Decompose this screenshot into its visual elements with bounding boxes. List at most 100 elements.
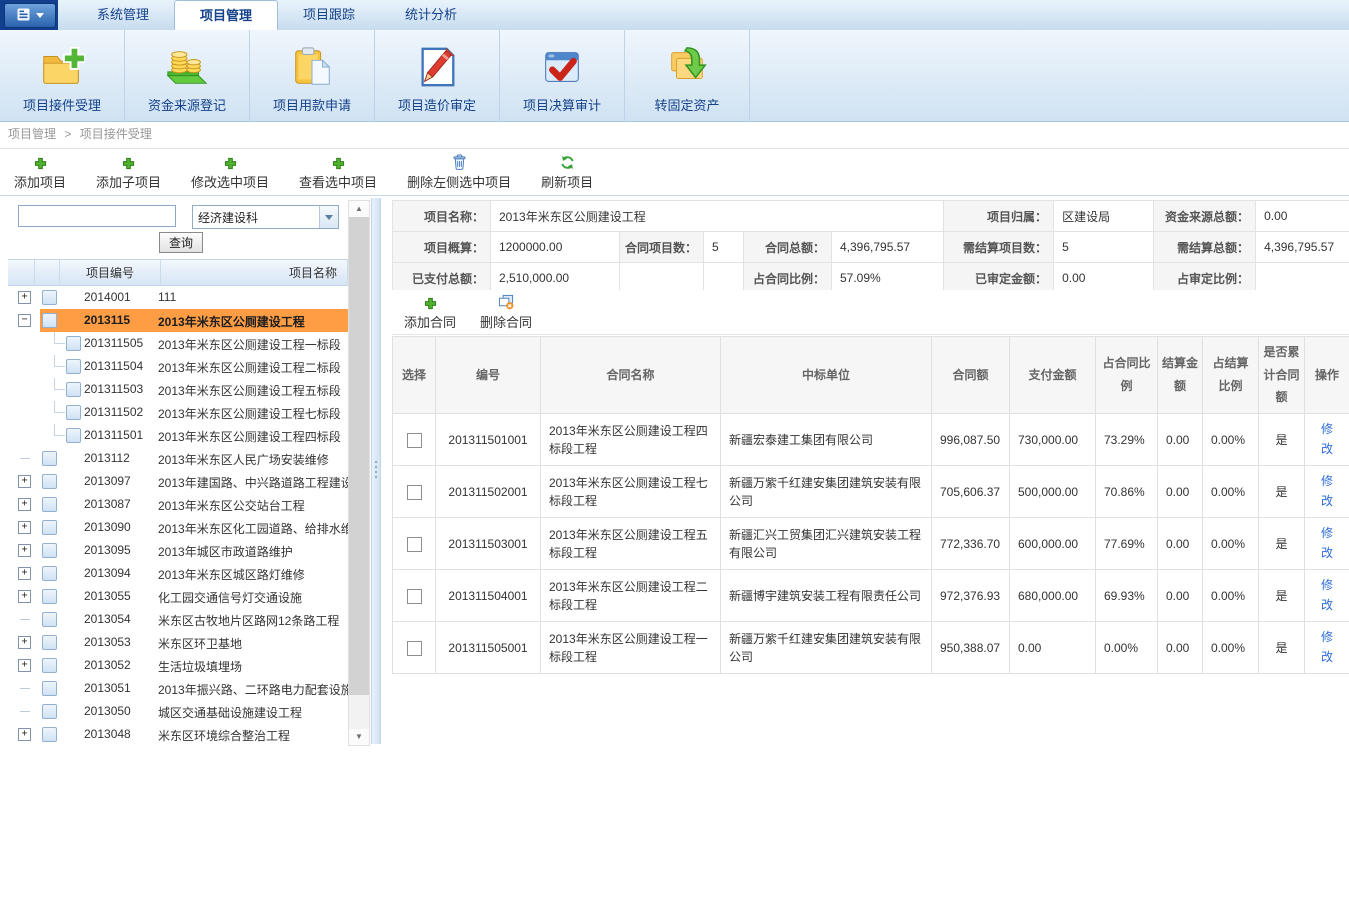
project-name: 2013年米东区公厕建设工程一标段	[158, 336, 348, 353]
search-input[interactable]	[18, 205, 176, 227]
row-checkbox[interactable]	[42, 704, 57, 719]
row-checkbox[interactable]	[42, 658, 57, 673]
row-checkbox[interactable]	[42, 451, 57, 466]
row-checkbox[interactable]	[42, 727, 57, 742]
project-name: 2013年米东区公厕建设工程二标段	[158, 359, 348, 376]
row-checkbox[interactable]	[407, 641, 422, 656]
tree-node[interactable]: 2013050城区交通基础设施建设工程	[8, 700, 348, 723]
row-checkbox[interactable]	[407, 485, 422, 500]
row-checkbox[interactable]	[42, 566, 57, 581]
project-tree-panel: 项目编号 项目名称 +2014001111−20131152013年米东区公厕建…	[8, 259, 348, 745]
tree-node[interactable]: +20130972013年建国路、中兴路道路工程建设	[8, 470, 348, 493]
chevron-down-icon[interactable]	[319, 206, 338, 228]
row-checkbox[interactable]	[42, 520, 57, 535]
tree-node[interactable]: +20130942013年米东区城区路灯维修	[8, 562, 348, 585]
contract-col-header: 操作	[1305, 337, 1349, 414]
project-code: 2013055	[84, 589, 131, 603]
tree-node[interactable]: 2013115032013年米东区公厕建设工程五标段	[8, 378, 348, 401]
row-checkbox[interactable]	[66, 405, 81, 420]
tree-expand-toggle[interactable]: +	[18, 475, 31, 488]
toolbar-item-4[interactable]: 项目造价审定	[375, 30, 500, 121]
tree-node[interactable]: 2013115052013年米东区公厕建设工程一标段	[8, 332, 348, 355]
scroll-thumb[interactable]	[349, 217, 369, 695]
tree-node[interactable]: +2013053米东区环卫基地	[8, 631, 348, 654]
tree-node[interactable]: +2013048米东区环境综合整治工程	[8, 723, 348, 745]
tree-scrollbar[interactable]: ▲ ▼	[348, 200, 370, 746]
row-checkbox[interactable]	[42, 290, 57, 305]
main-menu-button[interactable]	[4, 3, 56, 28]
tab-3[interactable]: 项目跟踪	[278, 0, 380, 30]
tree-node[interactable]: 2013115022013年米东区公厕建设工程七标段	[8, 401, 348, 424]
tree-node[interactable]: −20131152013年米东区公厕建设工程	[8, 309, 348, 332]
action-button-3[interactable]: 修改选中项目	[191, 153, 269, 191]
action-button-4[interactable]: 查看选中项目	[299, 153, 377, 191]
contract-select-cell	[393, 414, 436, 466]
contract-select-cell	[393, 466, 436, 518]
tree-expand-toggle[interactable]: +	[18, 544, 31, 557]
modify-link[interactable]: 修改	[1319, 576, 1335, 614]
splitter-grip-icon	[375, 461, 377, 463]
tree-node[interactable]: +20130872013年米东区公交站台工程	[8, 493, 348, 516]
tree-expand-toggle[interactable]: +	[18, 521, 31, 534]
tree-node[interactable]: +2013052生活垃圾填埋场	[8, 654, 348, 677]
scroll-down-arrow[interactable]: ▼	[349, 729, 369, 745]
row-checkbox[interactable]	[42, 474, 57, 489]
scroll-up-arrow[interactable]: ▲	[349, 201, 369, 217]
tree-expand-toggle[interactable]: +	[18, 498, 31, 511]
tab-4[interactable]: 统计分析	[380, 0, 482, 30]
tree-node[interactable]: +20130952013年城区市政道路维护	[8, 539, 348, 562]
toolbar-item-5[interactable]: 项目决算审计	[500, 30, 625, 121]
tree-node[interactable]: 2013115042013年米东区公厕建设工程二标段	[8, 355, 348, 378]
row-checkbox[interactable]	[42, 681, 57, 696]
toolbar-item-1[interactable]: 项目接件受理	[0, 30, 125, 121]
clipboard-doc-icon	[289, 42, 335, 92]
row-checkbox[interactable]	[42, 497, 57, 512]
row-checkbox[interactable]	[66, 336, 81, 351]
breadcrumb-section[interactable]: 项目管理	[8, 127, 56, 141]
action-button-2[interactable]: 添加子项目	[96, 153, 161, 191]
row-checkbox[interactable]	[42, 543, 57, 558]
row-checkbox[interactable]	[42, 635, 57, 650]
tree-expand-toggle[interactable]: +	[18, 636, 31, 649]
modify-link[interactable]: 修改	[1319, 524, 1335, 562]
row-checkbox[interactable]	[66, 382, 81, 397]
tree-expand-toggle[interactable]: +	[18, 728, 31, 741]
tree-node[interactable]: 20131122013年米东区人民广场安装维修	[8, 447, 348, 470]
modify-link[interactable]: 修改	[1319, 420, 1335, 458]
tree-node[interactable]: 2013054米东区古牧地片区路网12条路工程	[8, 608, 348, 631]
tree-expand-toggle[interactable]: +	[18, 659, 31, 672]
department-select[interactable]: 经济建设科	[192, 205, 339, 229]
row-checkbox[interactable]	[66, 428, 81, 443]
toolbar-item-2[interactable]: 资金来源登记	[125, 30, 250, 121]
action-button-6[interactable]: 刷新项目	[541, 153, 593, 191]
panel-splitter[interactable]	[371, 198, 381, 744]
row-checkbox[interactable]	[42, 589, 57, 604]
row-checkbox[interactable]	[42, 612, 57, 627]
tree-expand-toggle[interactable]: +	[18, 567, 31, 580]
tab-2[interactable]: 项目管理	[174, 0, 278, 30]
tree-node[interactable]: +2014001111	[8, 286, 348, 309]
toolbar-item-6[interactable]: 转固定资产	[625, 30, 750, 121]
tree-expand-toggle[interactable]: +	[18, 291, 31, 304]
modify-link[interactable]: 修改	[1319, 628, 1335, 666]
toolbar-item-3[interactable]: 项目用款申请	[250, 30, 375, 121]
tree-expand-toggle[interactable]: +	[18, 590, 31, 603]
tree-node[interactable]: +20130902013年米东区化工园道路、给排水维修	[8, 516, 348, 539]
row-checkbox[interactable]	[407, 433, 422, 448]
tree-node[interactable]: 2013115012013年米东区公厕建设工程四标段	[8, 424, 348, 447]
contract-cell-unit: 新疆万紫千红建安集团建筑安装有限公司	[721, 622, 932, 674]
tree-node[interactable]: +2013055化工园交通信号灯交通设施	[8, 585, 348, 608]
tab-1[interactable]: 系统管理	[72, 0, 174, 30]
contract-action-button-2[interactable]: 删除合同	[480, 293, 532, 331]
query-button[interactable]: 查询	[159, 232, 203, 253]
row-checkbox[interactable]	[407, 537, 422, 552]
tree-expand-toggle[interactable]: −	[18, 314, 31, 327]
action-button-5[interactable]: 删除左侧选中项目	[407, 153, 511, 191]
tree-node[interactable]: 20130512013年振兴路、二环路电力配套设施	[8, 677, 348, 700]
contract-action-button-1[interactable]: 添加合同	[404, 293, 456, 331]
row-checkbox[interactable]	[66, 359, 81, 374]
modify-link[interactable]: 修改	[1319, 472, 1335, 510]
row-checkbox[interactable]	[407, 589, 422, 604]
row-checkbox[interactable]	[42, 313, 57, 328]
action-button-1[interactable]: 添加项目	[14, 153, 66, 191]
